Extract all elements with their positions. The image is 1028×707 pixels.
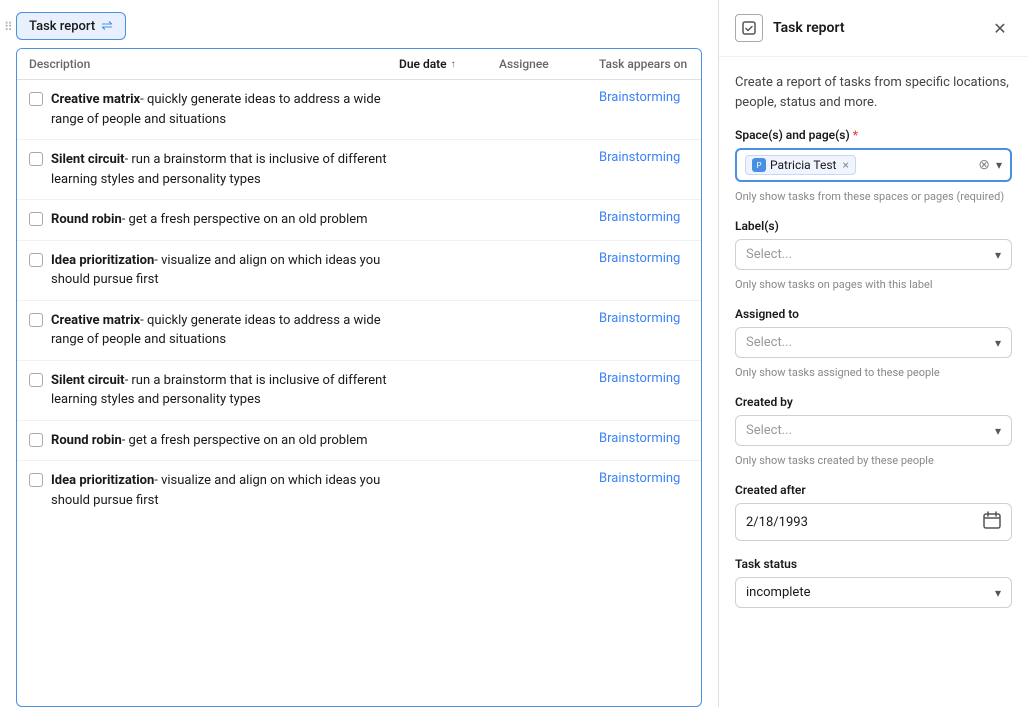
col-due-date[interactable]: Due date ↑ xyxy=(399,57,499,71)
created-by-hint: Only show tasks created by these people xyxy=(735,454,1012,467)
left-panel: ⠿ Task report ⇌ Description Due date ↑ A… xyxy=(0,0,718,707)
col-task-appears: Task appears on xyxy=(599,57,689,71)
right-panel: Task report ✕ Create a report of tasks f… xyxy=(718,0,1028,707)
row-checkbox[interactable] xyxy=(29,473,43,487)
date-value: 2/18/1993 xyxy=(746,515,808,530)
row-checkbox[interactable] xyxy=(29,212,43,226)
drag-handle[interactable]: ⠿ xyxy=(4,20,13,34)
row-checkbox[interactable] xyxy=(29,92,43,106)
tab-bar: Task report ⇌ xyxy=(0,12,718,48)
spaces-hint: Only show tasks from these spaces or pag… xyxy=(735,190,1012,203)
task-status-select[interactable]: incomplete ▾ xyxy=(735,577,1012,608)
table-row: Round robin- get a fresh perspective on … xyxy=(17,421,701,462)
labels-form-group: Label(s) Select... ▾ Only show tasks on … xyxy=(735,219,1012,291)
created-by-placeholder: Select... xyxy=(746,423,792,438)
chevron-down-icon[interactable]: ▾ xyxy=(996,158,1002,172)
panel-body: Create a report of tasks from specific l… xyxy=(719,57,1028,624)
created-by-form-group: Created by Select... ▾ Only show tasks c… xyxy=(735,395,1012,467)
task-appears-link[interactable]: Brainstorming xyxy=(599,251,689,266)
spaces-text-input[interactable] xyxy=(862,158,972,173)
task-appears-link[interactable]: Brainstorming xyxy=(599,471,689,486)
task-appears-link[interactable]: Brainstorming xyxy=(599,371,689,386)
space-tag: P Patricia Test × xyxy=(745,155,856,175)
task-status-label: Task status xyxy=(735,557,1012,571)
row-checkbox[interactable] xyxy=(29,152,43,166)
required-indicator: * xyxy=(853,128,858,142)
table-body: Creative matrix- quickly generate ideas … xyxy=(17,80,701,520)
created-after-date-input[interactable]: 2/18/1993 xyxy=(735,503,1012,541)
labels-placeholder: Select... xyxy=(746,247,792,262)
row-checkbox[interactable] xyxy=(29,373,43,387)
task-appears-link[interactable]: Brainstorming xyxy=(599,150,689,165)
assigned-to-placeholder: Select... xyxy=(746,335,792,350)
spaces-input[interactable]: P Patricia Test × ⊗ ▾ xyxy=(735,148,1012,182)
created-by-label: Created by xyxy=(735,395,1012,409)
row-description-cell: Round robin- get a fresh perspective on … xyxy=(29,210,399,230)
assigned-to-select[interactable]: Select... ▾ xyxy=(735,327,1012,358)
task-appears-link[interactable]: Brainstorming xyxy=(599,210,689,225)
created-by-select[interactable]: Select... ▾ xyxy=(735,415,1012,446)
row-description-cell: Creative matrix- quickly generate ideas … xyxy=(29,90,399,129)
created-after-form-group: Created after 2/18/1993 xyxy=(735,483,1012,541)
table-row: Idea prioritization- visualize and align… xyxy=(17,461,701,520)
space-tag-label: Patricia Test xyxy=(770,158,836,172)
task-appears-link[interactable]: Brainstorming xyxy=(599,311,689,326)
table-header: Description Due date ↑ Assignee Task app… xyxy=(17,49,701,80)
labels-hint: Only show tasks on pages with this label xyxy=(735,278,1012,291)
panel-header: Task report ✕ xyxy=(719,0,1028,57)
table-row: Round robin- get a fresh perspective on … xyxy=(17,200,701,241)
space-icon: P xyxy=(752,158,766,172)
task-status-form-group: Task status incomplete ▾ xyxy=(735,557,1012,608)
row-description-cell: Idea prioritization- visualize and align… xyxy=(29,471,399,510)
table-row: Silent circuit- run a brainstorm that is… xyxy=(17,361,701,421)
task-appears-link[interactable]: Brainstorming xyxy=(599,431,689,446)
assigned-to-label: Assigned to xyxy=(735,307,1012,321)
spaces-label: Space(s) and page(s) * xyxy=(735,128,1012,142)
table-row: Idea prioritization- visualize and align… xyxy=(17,241,701,301)
clear-icon[interactable]: ⊗ xyxy=(978,157,990,173)
labels-chevron-icon: ▾ xyxy=(995,248,1001,262)
task-report-icon xyxy=(735,14,763,42)
row-checkbox[interactable] xyxy=(29,253,43,267)
tab-label: Task report xyxy=(29,19,95,34)
row-description-cell: Idea prioritization- visualize and align… xyxy=(29,251,399,290)
created-by-chevron-icon: ▾ xyxy=(995,424,1001,438)
table-row: Silent circuit- run a brainstorm that is… xyxy=(17,140,701,200)
assigned-to-form-group: Assigned to Select... ▾ Only show tasks … xyxy=(735,307,1012,379)
col-assignee: Assignee xyxy=(499,57,599,71)
table-row: Creative matrix- quickly generate ideas … xyxy=(17,301,701,361)
table-row: Creative matrix- quickly generate ideas … xyxy=(17,80,701,140)
panel-title: Task report xyxy=(773,20,978,36)
panel-description: Create a report of tasks from specific l… xyxy=(735,73,1012,112)
task-report-tab[interactable]: Task report ⇌ xyxy=(16,12,126,40)
close-button[interactable]: ✕ xyxy=(988,16,1012,40)
sort-asc-icon: ↑ xyxy=(451,59,456,70)
row-description-cell: Silent circuit- run a brainstorm that is… xyxy=(29,150,399,189)
tag-remove-button[interactable]: × xyxy=(842,158,848,172)
row-description-cell: Silent circuit- run a brainstorm that is… xyxy=(29,371,399,410)
row-checkbox[interactable] xyxy=(29,433,43,447)
labels-select[interactable]: Select... ▾ xyxy=(735,239,1012,270)
task-table: Description Due date ↑ Assignee Task app… xyxy=(16,48,702,707)
task-appears-link[interactable]: Brainstorming xyxy=(599,90,689,105)
row-description-cell: Creative matrix- quickly generate ideas … xyxy=(29,311,399,350)
row-description-cell: Round robin- get a fresh perspective on … xyxy=(29,431,399,451)
labels-label: Label(s) xyxy=(735,219,1012,233)
task-status-chevron-icon: ▾ xyxy=(995,586,1001,600)
calendar-icon[interactable] xyxy=(983,511,1001,533)
assigned-to-hint: Only show tasks assigned to these people xyxy=(735,366,1012,379)
assigned-to-chevron-icon: ▾ xyxy=(995,336,1001,350)
task-status-value: incomplete xyxy=(746,585,810,600)
spaces-form-group: Space(s) and page(s) * P Patricia Test ×… xyxy=(735,128,1012,203)
row-checkbox[interactable] xyxy=(29,313,43,327)
col-description: Description xyxy=(29,57,399,71)
created-after-label: Created after xyxy=(735,483,1012,497)
filter-icon: ⇌ xyxy=(101,18,113,34)
